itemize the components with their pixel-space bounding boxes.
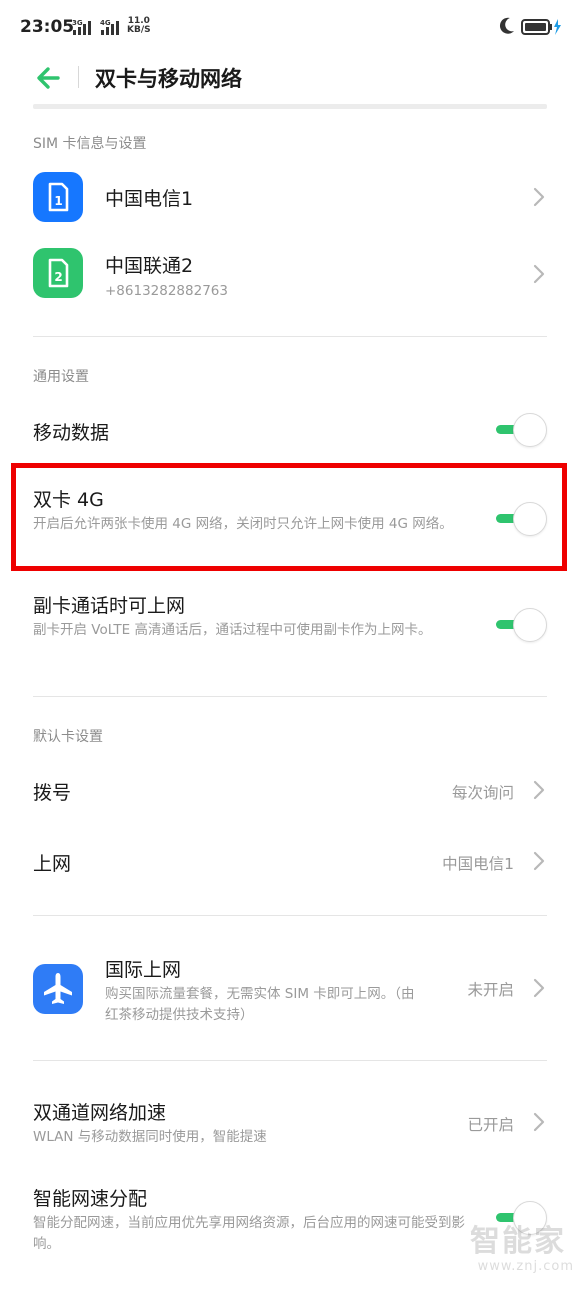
section-divider: [33, 1060, 547, 1061]
mobile-data-title: 移动数据: [33, 422, 110, 444]
battery-icon: [521, 19, 561, 35]
sim-card-name: 中国联通2: [105, 255, 194, 277]
header-shadow-rule: [33, 104, 547, 109]
acceleration-value: 已开启: [467, 1116, 514, 1134]
international-internet-description: 购买国际流量套餐，无需实体 SIM 卡即可上网。（由红茶移动提供技术支持）: [105, 986, 415, 1023]
chevron-right-icon: [533, 851, 545, 871]
smart-speed-title: 智能网速分配: [33, 1188, 148, 1210]
international-internet-title: 国际上网: [105, 959, 182, 981]
back-arrow-icon[interactable]: [30, 60, 66, 96]
dial-value: 每次询问: [451, 784, 514, 802]
sim-card-1-glyph: 1: [48, 182, 69, 212]
chevron-right-icon: [533, 264, 545, 284]
chevron-right-icon: [533, 1112, 545, 1132]
signal-4g-label: 4G: [100, 19, 111, 27]
section-divider: [33, 915, 547, 916]
secondary-data-toggle[interactable]: [494, 608, 548, 642]
signal-3g-label: 3G: [72, 19, 83, 27]
chevron-right-icon: [533, 978, 545, 998]
section-divider: [33, 336, 547, 337]
sim-card-2-glyph: 2: [48, 258, 69, 288]
section-label-general: 通用设置: [33, 369, 89, 385]
acceleration-title: 双通道网络加速: [33, 1102, 167, 1124]
sim-slot-number: 2: [54, 270, 62, 284]
chevron-right-icon: [533, 187, 545, 207]
sim-card-number: +8613282882763: [105, 283, 228, 299]
page-title: 双卡与移动网络: [95, 67, 242, 91]
sim-card-name: 中国电信1: [105, 188, 194, 210]
acceleration-description: WLAN 与移动数据同时使用，智能提速: [33, 1129, 267, 1145]
network-speed: 11.0 KB/S: [127, 17, 151, 35]
secondary-data-title: 副卡通话时可上网: [33, 595, 186, 617]
section-label-sim: SIM 卡信息与设置: [33, 136, 147, 152]
secondary-data-description: 副卡开启 VoLTE 高清通话后，通话过程中可使用副卡作为上网卡。: [33, 622, 432, 638]
sim-card-icon: 1: [33, 172, 83, 222]
watermark-logo: 智能家 www.znj.com: [470, 1224, 574, 1280]
watermark-url: www.znj.com: [477, 1259, 574, 1274]
airplane-icon: [33, 964, 83, 1014]
status-bar: 23:05 3G 4G 11.0 KB/S: [0, 0, 580, 56]
toggle-knob: [513, 608, 547, 642]
header-divider: [78, 66, 79, 88]
section-label-default: 默认卡设置: [33, 729, 103, 745]
internet-title: 上网: [33, 853, 72, 875]
smart-speed-description: 智能分配网速，当前应用优先享用网络资源，后台应用的网速可能受到影响。: [33, 1215, 465, 1252]
chevron-right-icon: [533, 780, 545, 800]
sim-card-icon: 2: [33, 248, 83, 298]
status-time: 23:05: [20, 17, 75, 37]
toggle-knob: [513, 413, 547, 447]
app-header: 双卡与移动网络: [0, 56, 580, 100]
highlight-annotation-box: [11, 463, 567, 571]
sim-slot-number: 1: [54, 194, 62, 208]
network-speed-unit: KB/S: [127, 25, 151, 35]
mobile-data-toggle[interactable]: [494, 413, 548, 447]
dial-title: 拨号: [33, 782, 72, 804]
moon-icon: [499, 17, 514, 34]
watermark-text: 智能家: [470, 1224, 566, 1259]
section-divider: [33, 696, 547, 697]
international-internet-value: 未开启: [467, 981, 514, 999]
internet-value: 中国电信1: [442, 855, 514, 873]
airplane-glyph: [44, 973, 72, 1004]
